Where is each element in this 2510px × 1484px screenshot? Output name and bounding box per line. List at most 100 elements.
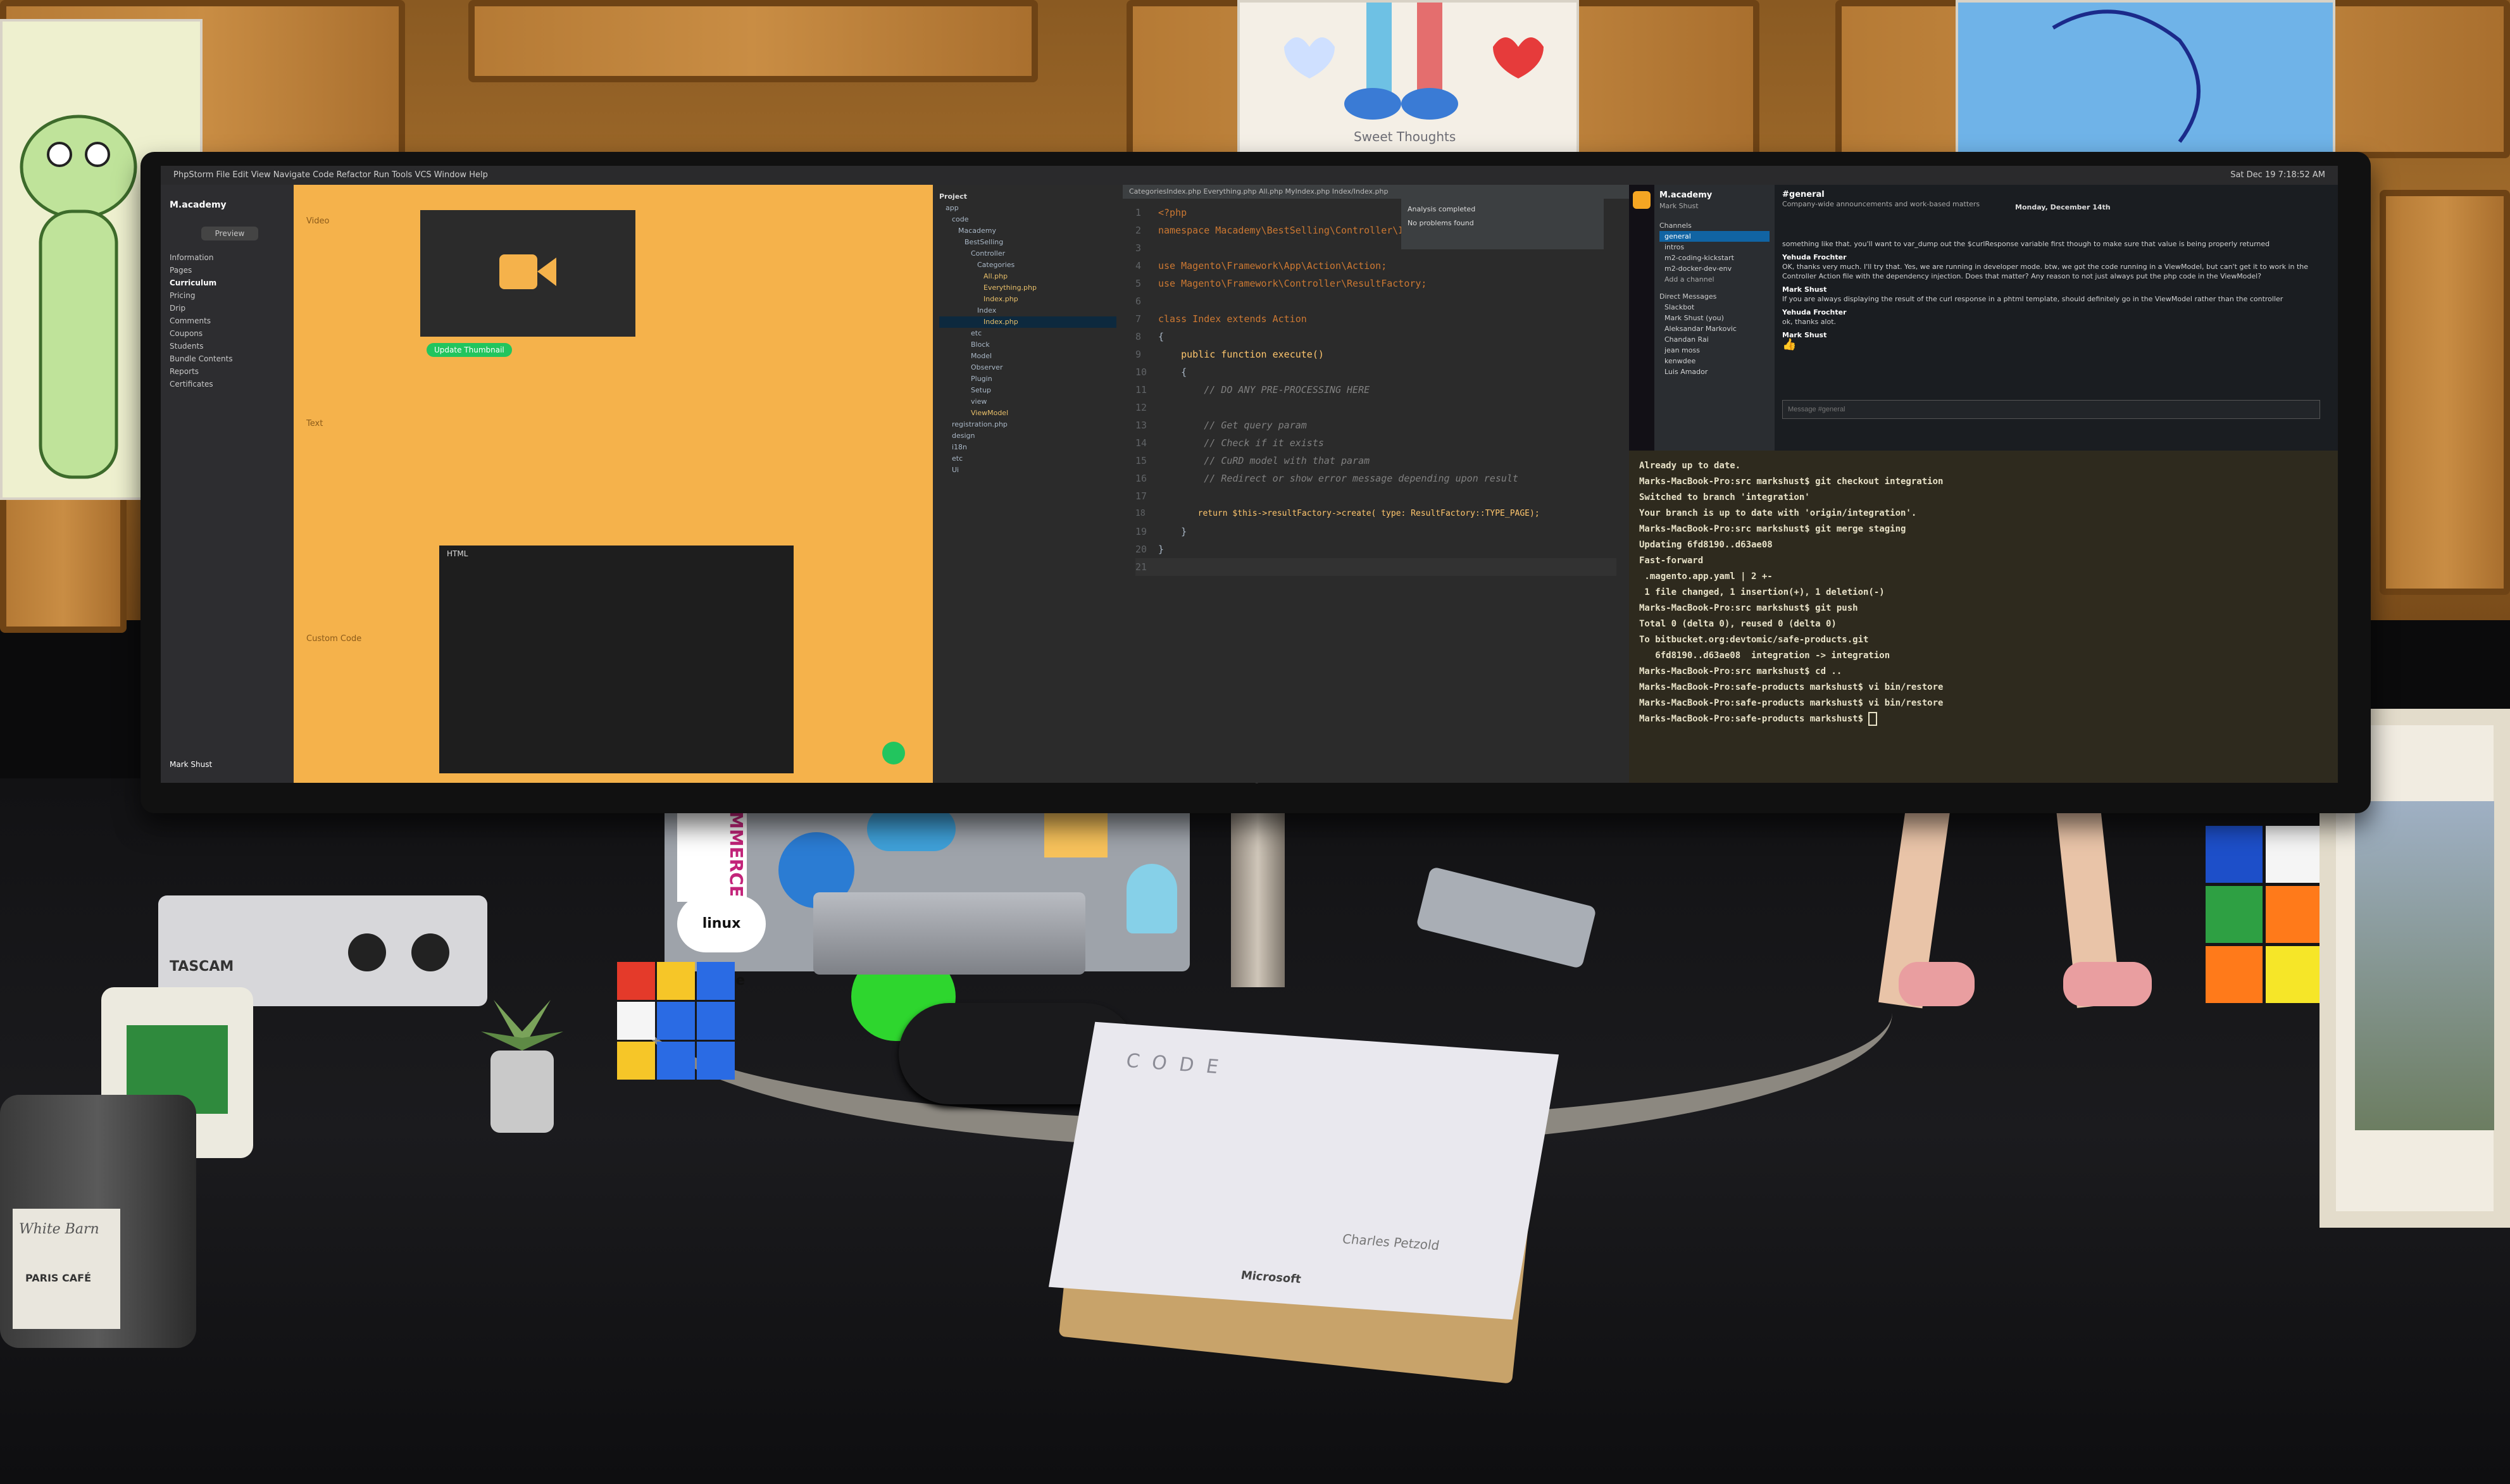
- message-text: something like that. you'll want to var_…: [1782, 240, 2270, 248]
- tree-item[interactable]: Everything.php: [939, 282, 1116, 294]
- lms-nav-pricing[interactable]: Pricing: [170, 291, 285, 300]
- preview-button[interactable]: Preview: [201, 227, 258, 240]
- channel-title: #general: [1782, 190, 1825, 199]
- ide-code-editor[interactable]: CategoriesIndex.php Everything.php All.p…: [1123, 185, 1629, 783]
- tree-item[interactable]: Macademy: [939, 225, 1116, 237]
- terminal-line: Your branch is up to date with 'origin/i…: [1639, 508, 1917, 518]
- lms-nav-students[interactable]: Students: [170, 342, 285, 351]
- tree-item[interactable]: ViewModel: [939, 408, 1116, 419]
- succulent-plant: [475, 975, 570, 1133]
- lms-content: Update Thumbnail Video Text Custom Code …: [294, 185, 933, 783]
- tree-item[interactable]: design: [939, 430, 1116, 442]
- lms-nav-bundle-contents[interactable]: Bundle Contents: [170, 354, 285, 363]
- tree-item-selected[interactable]: Index.php: [939, 316, 1116, 328]
- terminal-line: Switched to branch 'integration': [1639, 492, 1810, 502]
- paper-doll-shoe: [2063, 962, 2152, 1006]
- dm-luis[interactable]: Luis Amador: [1659, 366, 1770, 377]
- code-line-2: namespace Macademy\BestSelling\Controlle…: [1158, 225, 1433, 236]
- analysis-popup: Analysis completed No problems found: [1401, 199, 1604, 249]
- lms-nav-curriculum[interactable]: Curriculum: [170, 278, 285, 287]
- tree-item[interactable]: Ui: [939, 465, 1116, 476]
- channel-m2-coding-kickstart[interactable]: m2-coding-kickstart: [1659, 253, 1770, 263]
- tree-item[interactable]: view: [939, 396, 1116, 408]
- slack-sidebar: M.academy Mark Shust Channels general in…: [1654, 185, 1775, 451]
- message-text: OK, thanks very much. I'll try that. Yes…: [1782, 263, 2309, 280]
- knob-icon: [411, 933, 449, 971]
- tree-item[interactable]: All.php: [939, 271, 1116, 282]
- code-line-4: use Magento\Framework\App\Action\Action;: [1158, 260, 1387, 271]
- tree-item[interactable]: Index.php: [939, 294, 1116, 305]
- channel-intros[interactable]: intros: [1659, 242, 1770, 253]
- lms-nav-information[interactable]: Information: [170, 253, 285, 262]
- channel-m2-docker-dev-env[interactable]: m2-docker-dev-env: [1659, 263, 1770, 274]
- tree-item[interactable]: Model: [939, 351, 1116, 362]
- tree-item[interactable]: Categories: [939, 259, 1116, 271]
- laptop-stand: [813, 892, 1085, 975]
- code-book: CODE Charles Petzold Microsoft: [1048, 1021, 1559, 1320]
- ide-project-tree: Project app code Macademy BestSelling Co…: [933, 185, 1123, 783]
- message-author[interactable]: Mark Shust: [1782, 285, 2330, 294]
- lms-nav-reports[interactable]: Reports: [170, 367, 285, 376]
- dm-mark-shust[interactable]: Mark Shust (you): [1659, 313, 1770, 323]
- tree-item[interactable]: code: [939, 214, 1116, 225]
- lms-nav-pages[interactable]: Pages: [170, 266, 285, 275]
- channels-header[interactable]: Channels: [1659, 220, 1770, 231]
- message-author[interactable]: Mark Shust: [1782, 330, 2330, 340]
- tree-item[interactable]: registration.php: [939, 419, 1116, 430]
- rubiks-cube-small: [617, 962, 737, 1085]
- add-channel-button[interactable]: Add a channel: [1659, 274, 1770, 285]
- terminal-cursor-icon: [1868, 712, 1878, 726]
- tree-item[interactable]: Block: [939, 339, 1116, 351]
- dm-kenwdee[interactable]: kenwdee: [1659, 356, 1770, 366]
- dm-aleksandar[interactable]: Aleksandar Markovic: [1659, 323, 1770, 334]
- lms-nav-drip[interactable]: Drip: [170, 304, 285, 313]
- update-thumbnail-button[interactable]: Update Thumbnail: [427, 343, 512, 357]
- tree-item[interactable]: Setup: [939, 385, 1116, 396]
- channel-general[interactable]: general: [1659, 231, 1770, 242]
- analysis-status: Analysis completed: [1408, 205, 1476, 213]
- mac-menu-bar: PhpStorm File Edit View Navigate Code Re…: [161, 166, 2338, 185]
- tree-item[interactable]: Observer: [939, 362, 1116, 373]
- workspace-icon[interactable]: [1633, 191, 1651, 209]
- tree-item[interactable]: Index: [939, 305, 1116, 316]
- lms-nav-certificates[interactable]: Certificates: [170, 380, 285, 389]
- terminal-line: Updating 6fd8190..d63ae08: [1639, 540, 1773, 550]
- terminal-prompt: Marks-MacBook-Pro:safe-products markshus…: [1639, 714, 1869, 724]
- terminal-line: Total 0 (delta 0), reused 0 (delta 0): [1639, 619, 1837, 629]
- tree-item[interactable]: BestSelling: [939, 237, 1116, 248]
- tree-item[interactable]: Plugin: [939, 373, 1116, 385]
- lms-workspace-name: M.academy: [170, 200, 227, 210]
- plant-icon: [481, 1000, 563, 1133]
- dm-chandan[interactable]: Chandan Rai: [1659, 334, 1770, 345]
- code-line-1: <?php: [1158, 207, 1187, 218]
- code-line-5: use Magento\Framework\Controller\ResultF…: [1158, 278, 1427, 289]
- kids-drawing-sweet-thoughts: Sweet Thoughts: [1237, 0, 1579, 158]
- dm-slackbot[interactable]: Slackbot: [1659, 302, 1770, 313]
- audio-interface-brand: TASCAM: [170, 959, 234, 975]
- photo-scene: Sweet Thoughts MMERCE linux inside TASCA…: [0, 0, 2510, 1484]
- tree-item[interactable]: i18n: [939, 442, 1116, 453]
- lms-nav-coupons[interactable]: Coupons: [170, 329, 285, 338]
- message-author[interactable]: Yehuda Frochter: [1782, 308, 2330, 317]
- message-composer[interactable]: [1782, 400, 2320, 419]
- book-publisher: Microsoft: [1240, 1268, 1302, 1287]
- code-preview-box: HTML: [439, 546, 794, 773]
- help-chat-icon[interactable]: [882, 742, 905, 764]
- tree-item[interactable]: app: [939, 203, 1116, 214]
- code-line-13: // Get query param: [1204, 420, 1307, 431]
- cabinet-door: [2380, 190, 2510, 595]
- code-line-14: // Check if it exists: [1204, 437, 1324, 449]
- menu-bar-items[interactable]: PhpStorm File Edit View Navigate Code Re…: [173, 170, 488, 180]
- tree-item[interactable]: Controller: [939, 248, 1116, 259]
- terminal-window[interactable]: Already up to date. Marks-MacBook-Pro:sr…: [1629, 451, 2338, 783]
- dms-header[interactable]: Direct Messages: [1659, 291, 1770, 302]
- slack-workspace-name[interactable]: M.academy: [1659, 190, 1770, 201]
- dm-jean[interactable]: jean moss: [1659, 345, 1770, 356]
- message-author[interactable]: Yehuda Frochter: [1782, 253, 2330, 262]
- lms-nav-comments[interactable]: Comments: [170, 316, 285, 325]
- tree-item[interactable]: etc: [939, 328, 1116, 339]
- glass-candle: White Barn PARIS CAFÉ: [0, 1095, 196, 1348]
- tree-item[interactable]: etc: [939, 453, 1116, 465]
- editor-tabs[interactable]: CategoriesIndex.php Everything.php All.p…: [1123, 185, 1629, 199]
- terminal-line: Marks-MacBook-Pro:src markshust$ git mer…: [1639, 524, 1906, 534]
